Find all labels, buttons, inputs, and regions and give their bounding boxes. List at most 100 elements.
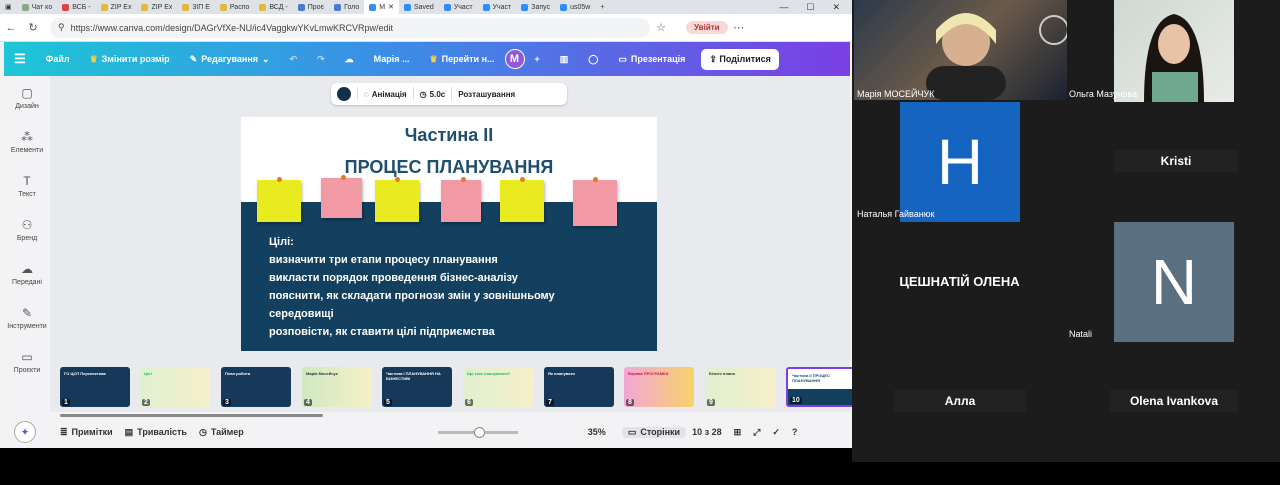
pages-button[interactable]: ▭ Сторінки <box>621 426 687 438</box>
sticky-note[interactable] <box>257 177 301 222</box>
back-icon[interactable]: ← <box>0 22 22 34</box>
sidebar-item-projects[interactable]: ▭ Проєкти <box>4 340 50 384</box>
timer-button[interactable]: ◷ Таймер <box>193 427 250 438</box>
participant-tile[interactable]: Kristi <box>1114 150 1238 172</box>
tab[interactable]: Запус <box>516 0 555 14</box>
participant-tile[interactable]: Алла <box>894 390 1026 412</box>
tab[interactable]: ВСД - <box>254 0 292 14</box>
color-picker[interactable] <box>331 87 358 101</box>
tab[interactable]: Участ <box>439 0 478 14</box>
help-icon[interactable]: ? <box>786 427 804 437</box>
zoom-slider-handle[interactable] <box>473 426 485 438</box>
thumbnail[interactable]: План роботи 3 <box>221 367 291 407</box>
tab[interactable]: Проє <box>293 0 329 14</box>
slide-page[interactable]: Частина ІІ ПРОЦЕС ПЛАНУВАННЯ Цілі: визна… <box>241 117 657 351</box>
tab[interactable]: us05w <box>555 0 595 14</box>
goal-line: визначити три етапи процесу планування <box>269 254 498 266</box>
minimize-icon[interactable]: — <box>779 2 788 13</box>
sidebar-item-elements[interactable]: ⁂ Елементи <box>4 120 50 164</box>
thumbnail[interactable]: Як планувати 7 <box>544 367 614 407</box>
page-counter[interactable]: 10 з 28 <box>686 427 728 437</box>
participant-tile[interactable]: ЦЕШНАТІЙ ОЛЕНА <box>852 270 1067 292</box>
tab[interactable]: Чат ко <box>17 0 58 14</box>
tab[interactable]: 3ІП Е <box>177 0 214 14</box>
thumbnail[interactable]: Вправа ПРОГРАМКА 8 <box>624 367 694 407</box>
reload-icon[interactable]: ↻ <box>22 21 44 34</box>
thumbnail[interactable]: Бізнес плани 9 <box>705 367 775 407</box>
video-feed <box>1144 14 1204 102</box>
thumbnail-scrollbar[interactable] <box>60 414 323 417</box>
animation-button[interactable]: ◌ Анімація <box>358 87 414 101</box>
goals-text[interactable]: Цілі: визначити три етапи процесу планув… <box>269 233 555 341</box>
url-field[interactable]: ⚲ https://www.canva.com/design/DAGrVfXe-… <box>50 17 650 38</box>
sign-in-button[interactable]: Увійти <box>686 21 728 34</box>
insights-icon[interactable]: ▥ <box>550 54 579 65</box>
upgrade-button[interactable]: ♛ Перейти н... <box>420 54 505 65</box>
share-button[interactable]: ⇪ Поділитися <box>701 48 779 70</box>
participant-video[interactable] <box>1114 0 1234 102</box>
tab-active[interactable]: М ✕ <box>364 0 399 14</box>
thumbnail[interactable]: ГО ЦСП Перспектива 1 <box>60 367 130 407</box>
fullscreen-icon[interactable]: ⤢ <box>747 427 766 438</box>
thumbnail[interactable]: Цілі 2 <box>140 367 210 407</box>
tab[interactable]: Распо <box>215 0 255 14</box>
duration-button[interactable]: ▤ Тривалість <box>119 427 193 438</box>
participant-avatar[interactable]: Н <box>900 102 1020 222</box>
redo-icon[interactable]: ↷ <box>307 54 335 65</box>
duration-button[interactable]: ◷ 5.0с <box>414 87 453 101</box>
resize-button[interactable]: ♛ Змінити розмір <box>80 54 180 65</box>
tab[interactable]: ВСБ - <box>57 0 95 14</box>
comment-icon[interactable]: ◯ <box>578 54 608 65</box>
slide-subtitle[interactable]: ПРОЦЕС ПЛАНУВАННЯ <box>241 157 657 178</box>
participant-avatar[interactable]: N <box>1114 222 1234 342</box>
sidebar-item-tools[interactable]: ✎ Інструменти <box>4 296 50 340</box>
timeline-icon: ▤ <box>124 426 134 437</box>
avatar[interactable]: M <box>504 49 525 69</box>
tools-icon: ✎ <box>21 306 33 320</box>
sticky-note[interactable] <box>321 175 362 218</box>
site-info-icon[interactable]: ⚲ <box>58 22 65 33</box>
position-button[interactable]: Розташування <box>452 87 521 101</box>
sticky-note[interactable] <box>375 177 419 222</box>
participant-tile[interactable]: Olena Ivankova <box>1110 390 1238 412</box>
thumbnail[interactable]: Частина І ПЛАНУВАННЯ НА БІЗНЕСТИВІ 5 <box>382 367 452 407</box>
zoom-slider[interactable] <box>437 426 518 438</box>
maximize-icon[interactable]: ☐ <box>806 2 814 13</box>
more-icon[interactable]: ⋯ <box>728 21 750 34</box>
tab[interactable]: Saved <box>399 0 439 14</box>
sidebar-item-uploads[interactable]: ☁ Передані <box>4 252 50 296</box>
menu-icon[interactable]: ☰ <box>4 51 36 67</box>
present-button[interactable]: ▭ Презентація <box>608 54 695 65</box>
sidebar-item-design[interactable]: ▢ Дизайн <box>4 76 50 120</box>
check-icon[interactable]: ✓ <box>766 427 786 438</box>
tab[interactable]: ZIP Ex <box>96 0 137 14</box>
participant-video[interactable] <box>854 0 1067 100</box>
tab[interactable]: ZIP Ex <box>136 0 177 14</box>
sidebar-item-brand[interactable]: ⚇ Бренд <box>4 208 50 252</box>
zoom-level[interactable]: 35% <box>582 427 612 437</box>
close-window-icon[interactable]: ✕ <box>832 2 840 13</box>
slide-title[interactable]: Частина ІІ <box>241 125 657 146</box>
edit-mode-dropdown[interactable]: ✎ Редагування ⌄ <box>180 54 280 65</box>
tab[interactable]: Участ <box>478 0 517 14</box>
sticky-note[interactable] <box>573 177 617 226</box>
cloud-save-icon[interactable]: ☁ <box>335 54 364 65</box>
undo-icon[interactable]: ↶ <box>280 54 308 65</box>
add-collaborator-icon[interactable]: + <box>525 54 550 64</box>
magic-assistant-icon[interactable]: ✦ <box>14 421 36 443</box>
tab[interactable]: Голо <box>329 0 364 14</box>
sidebar-item-text[interactable]: T Текст <box>4 164 50 208</box>
design-title[interactable]: Марія ... <box>364 54 420 64</box>
thumbnail[interactable]: Марія Мосейчук 4 <box>302 367 372 407</box>
notes-button[interactable]: ≣ Примітки <box>54 427 119 438</box>
grid-view-icon[interactable]: ⊞ <box>728 427 748 438</box>
thumbnail-selected[interactable]: Частина ІІ ПРОЦЕС ПЛАНУВАННЯ 10 <box>786 367 856 407</box>
sticky-note[interactable] <box>441 177 481 222</box>
file-menu[interactable]: Файл <box>36 54 80 64</box>
thumbnail[interactable]: Що таке планування? 6 <box>463 367 533 407</box>
tab-actions-icon[interactable]: ▣ <box>0 0 17 14</box>
sticky-note[interactable] <box>500 177 544 222</box>
star-icon[interactable]: ☆ <box>650 21 672 34</box>
close-tab-icon[interactable]: ✕ <box>388 3 394 11</box>
new-tab-icon[interactable]: + <box>595 0 609 14</box>
